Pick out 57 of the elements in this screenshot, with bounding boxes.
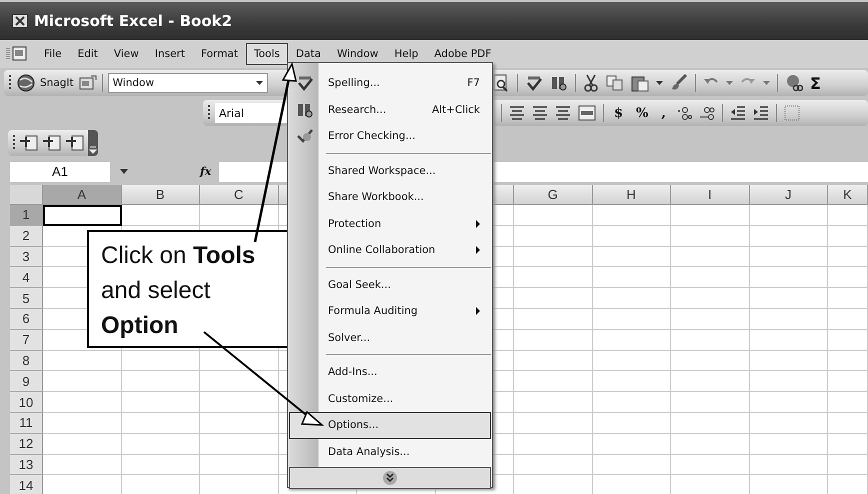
row-header[interactable]: 6 xyxy=(10,308,43,330)
row-header[interactable]: 8 xyxy=(10,350,43,372)
menu-item[interactable]: Customize... xyxy=(289,386,491,412)
name-box[interactable]: A1 xyxy=(10,162,110,182)
menu-bar-item[interactable]: Tools xyxy=(246,43,288,65)
menu-item[interactable]: Data Analysis... xyxy=(289,438,491,465)
column-header[interactable]: A xyxy=(43,185,122,205)
menu-bar-item[interactable]: Window xyxy=(328,43,386,65)
menu-item[interactable]: Shared Workspace... xyxy=(289,158,491,184)
column-header[interactable]: B xyxy=(122,185,200,205)
row-header[interactable]: 12 xyxy=(10,434,43,455)
menu-item[interactable]: Share Workbook... xyxy=(289,184,491,210)
menu-item[interactable]: Online Collaboration xyxy=(289,237,491,264)
autosum-button[interactable]: Σ xyxy=(810,74,821,92)
column-header[interactable]: J xyxy=(750,185,828,205)
menu-item[interactable]: Error Checking... xyxy=(289,123,491,150)
row-header[interactable]: 11 xyxy=(10,412,43,434)
column-header[interactable]: G xyxy=(514,185,592,205)
menu-bar-item[interactable]: View xyxy=(106,43,147,65)
percent-button[interactable]: % xyxy=(633,106,652,120)
menu-item[interactable]: Protection xyxy=(289,210,491,237)
row-header[interactable]: 14 xyxy=(10,475,43,494)
callout-text: and select xyxy=(101,276,210,306)
row-header[interactable]: 2 xyxy=(10,226,43,247)
menu-item[interactable]: Spelling... F7 xyxy=(289,70,491,96)
function-label[interactable]: fx xyxy=(200,165,212,178)
row-header[interactable]: 10 xyxy=(10,392,43,413)
column-header[interactable]: I xyxy=(671,185,750,205)
window-select[interactable]: Window xyxy=(108,73,268,93)
callout-text: Option xyxy=(101,311,178,341)
row-header[interactable]: 5 xyxy=(10,288,43,309)
menu-bar-item[interactable]: File xyxy=(36,43,70,65)
column-header[interactable]: K xyxy=(828,185,868,205)
callout-text: Click on Tools xyxy=(101,241,256,271)
row-header[interactable]: 13 xyxy=(10,454,43,476)
menu-item[interactable]: Options... xyxy=(289,412,491,438)
menu-bar-item[interactable]: Help xyxy=(386,43,426,65)
window-title: Microsoft Excel - Book2 xyxy=(34,12,232,30)
row-header[interactable]: 9 xyxy=(10,371,43,392)
row-header[interactable]: 4 xyxy=(10,267,43,288)
menu-item[interactable]: Goal Seek... xyxy=(289,272,491,298)
menu-bar-item[interactable]: Edit xyxy=(70,43,106,65)
menu-bar-item[interactable]: Data xyxy=(288,43,329,65)
menu-bar-item[interactable]: Insert xyxy=(146,43,193,65)
menu-bar-item[interactable]: Format xyxy=(192,43,246,65)
column-header[interactable]: H xyxy=(592,185,671,205)
column-header[interactable]: C xyxy=(200,185,278,205)
comma-button[interactable]: , xyxy=(658,106,669,120)
row-header[interactable]: 7 xyxy=(10,330,43,351)
menu-item[interactable]: Formula Auditing xyxy=(289,298,491,324)
menu-item[interactable]: Solver... xyxy=(289,324,491,351)
snagit-label[interactable]: SnagIt xyxy=(40,77,74,89)
currency-button[interactable]: $ xyxy=(611,106,626,120)
row-header[interactable]: 1 xyxy=(10,205,43,226)
menu-bar-item[interactable]: Adobe PDF xyxy=(426,43,500,65)
row-header[interactable]: 3 xyxy=(10,246,43,268)
menu-item[interactable]: Add-Ins... xyxy=(289,359,491,386)
